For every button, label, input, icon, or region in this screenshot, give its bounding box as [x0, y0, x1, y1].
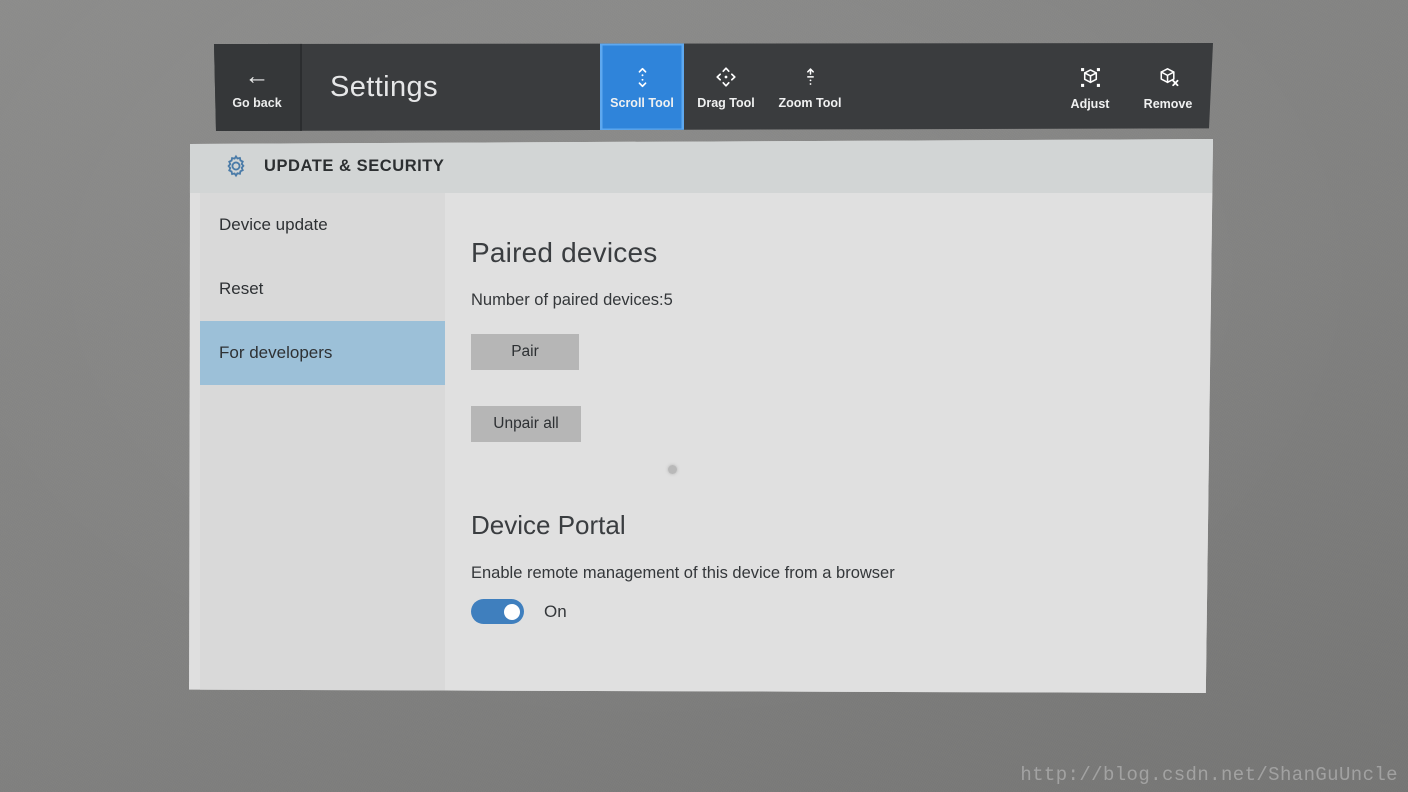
pair-button[interactable]: Pair	[471, 334, 579, 370]
scroll-tool-label: Scroll Tool	[610, 96, 674, 110]
scroll-tool-icon	[632, 64, 653, 90]
app-toolbar: ← Go back Settings Scroll Tool Drag Tool…	[214, 43, 1213, 131]
drag-tool-label: Drag Tool	[697, 96, 755, 110]
device-portal-toggle-state: On	[544, 601, 567, 621]
watermark: http://blog.csdn.net/ShanGuUncle	[1020, 764, 1398, 786]
unpair-all-button[interactable]: Unpair all	[471, 406, 581, 442]
remove-cube-icon	[1155, 63, 1182, 91]
go-back-button[interactable]: ← Go back	[214, 43, 302, 131]
device-portal-title: Device Portal	[471, 510, 626, 540]
adjust-button[interactable]: Adjust	[1051, 43, 1129, 131]
paired-devices-count: Number of paired devices:5	[471, 291, 673, 309]
zoom-tool-icon	[801, 64, 820, 90]
drag-tool-icon	[716, 67, 736, 87]
go-back-label: Go back	[232, 96, 282, 110]
sidebar-item-label: Device update	[219, 215, 328, 234]
device-portal-toggle[interactable]	[471, 599, 524, 624]
tab-scroll-tool[interactable]: Scroll Tool	[600, 43, 684, 131]
settings-content: Paired devices Number of paired devices:…	[445, 193, 1213, 693]
sidebar-item-reset[interactable]: Reset	[200, 257, 445, 321]
sidebar-item-for-developers[interactable]: For developers	[200, 321, 445, 385]
remove-label: Remove	[1143, 97, 1193, 111]
device-portal-description: Enable remote management of this device …	[471, 564, 895, 582]
gaze-cursor-icon	[668, 465, 677, 474]
tool-group: Scroll Tool Drag Tool Zoom Tool	[600, 43, 852, 131]
adjust-label: Adjust	[1070, 97, 1110, 111]
arrow-left-icon: ←	[244, 62, 270, 90]
device-portal-toggle-row: On	[471, 599, 1213, 624]
gear-icon	[223, 153, 249, 179]
zoom-tool-label: Zoom Tool	[778, 96, 842, 110]
holographic-slate: UPDATE & SECURITY Device update Reset Fo…	[189, 43, 1249, 693]
settings-sidebar: Device update Reset For developers	[200, 193, 445, 693]
panel-header-title: UPDATE & SECURITY	[264, 156, 445, 175]
tab-zoom-tool[interactable]: Zoom Tool	[768, 43, 852, 131]
remove-button[interactable]: Remove	[1129, 43, 1207, 131]
settings-panel: UPDATE & SECURITY Device update Reset Fo…	[189, 139, 1213, 693]
adjust-cube-icon	[1077, 63, 1104, 91]
sidebar-item-label: For developers	[219, 343, 333, 362]
tab-drag-tool[interactable]: Drag Tool	[684, 43, 768, 131]
panel-header: UPDATE & SECURITY	[189, 139, 1213, 193]
sidebar-item-device-update[interactable]: Device update	[200, 193, 445, 257]
sidebar-item-label: Reset	[219, 279, 264, 298]
paired-devices-title: Paired devices	[471, 237, 658, 268]
app-title: Settings	[330, 70, 438, 103]
toolbar-actions: Adjust Remove	[1051, 43, 1213, 131]
toggle-knob	[504, 603, 520, 620]
